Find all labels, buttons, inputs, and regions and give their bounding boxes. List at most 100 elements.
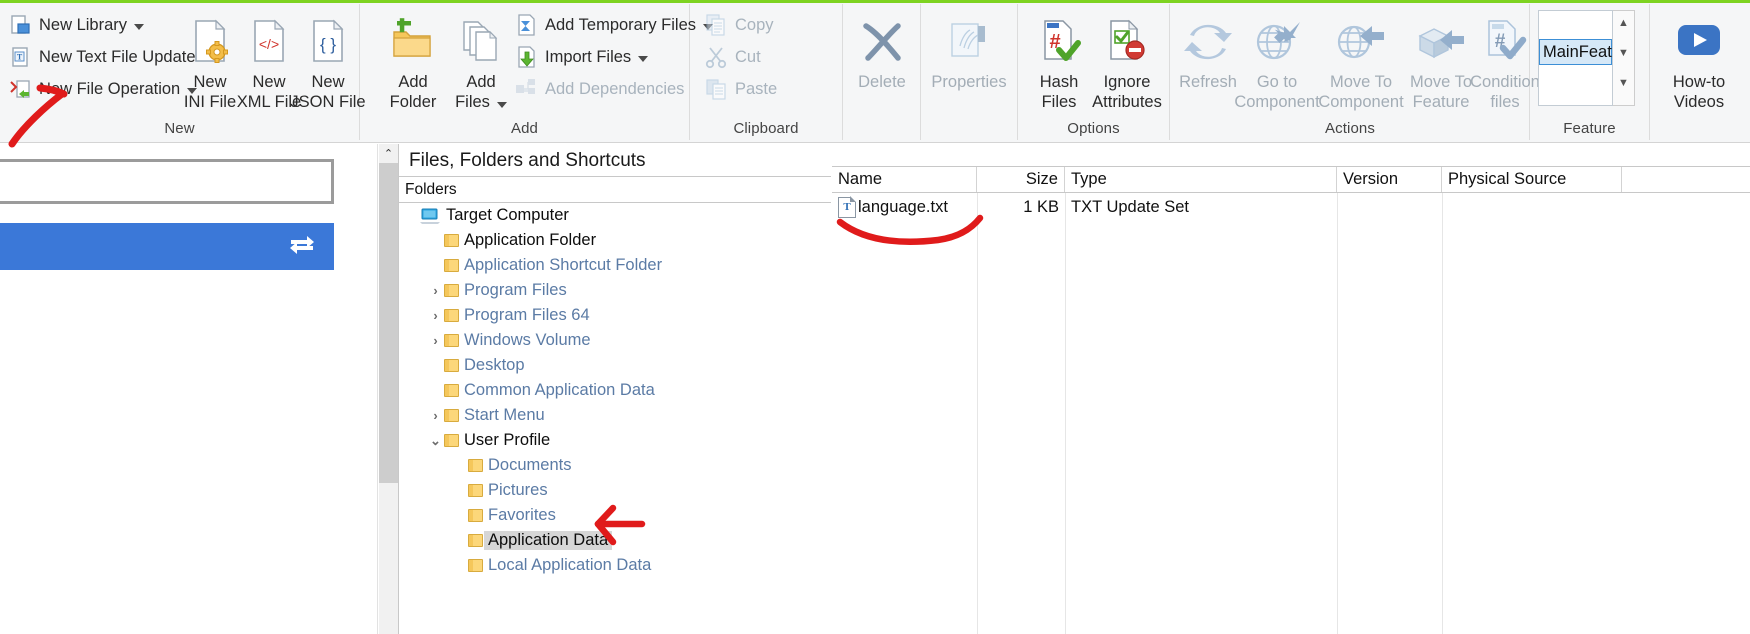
ribbon-group-add: Add Folder Add Files Add Temporary Files… — [360, 4, 714, 140]
paste-button: Paste — [700, 74, 781, 104]
svg-text:{ }: { } — [320, 35, 336, 54]
feature-listbox-scrollbar[interactable]: ▲ ▼ ▼ — [1613, 10, 1635, 106]
chevron-down-icon[interactable] — [496, 101, 507, 108]
folder-icon — [444, 234, 459, 247]
delete-icon — [856, 10, 908, 72]
cell-type: TXT Update Set — [1071, 197, 1190, 216]
left-pane-textbox[interactable] — [0, 159, 334, 204]
folder-tree-inner: Files, Folders and Shortcuts Folders Tar… — [398, 144, 831, 634]
new-file-operation-icon — [10, 78, 32, 100]
new-json-file-button[interactable]: { } New JSON File — [285, 10, 371, 120]
chevron-right-icon[interactable]: › — [427, 283, 444, 298]
condition-files-icon: # — [1479, 10, 1531, 72]
tree-node-label: Program Files — [464, 281, 567, 299]
tree-node[interactable]: Common Application Data — [399, 378, 831, 403]
add-folder-icon — [388, 10, 438, 72]
how-to-videos-label-1: How-to — [1672, 73, 1726, 91]
add-temporary-files-button[interactable]: Add Temporary Files — [510, 10, 717, 40]
tree-node[interactable]: › Program Files — [399, 278, 831, 303]
feature-listbox[interactable]: MainFeature — [1538, 10, 1613, 106]
ignore-attributes-icon — [1101, 10, 1153, 72]
ribbon-group-label-actions: Actions — [1325, 120, 1375, 137]
properties-button: Properties — [926, 10, 1012, 120]
tree-node[interactable]: Local Application Data — [399, 553, 831, 578]
scroll-down-icon[interactable]: ▼ — [1613, 47, 1634, 59]
tree-node[interactable]: Application Shortcut Folder — [399, 253, 831, 278]
cell-size: 1 KB — [1023, 197, 1059, 216]
tree-node-label: Start Menu — [464, 406, 545, 424]
tree-node[interactable]: Target Computer — [399, 203, 831, 228]
ribbon-group-help: How-to Videos — [1650, 4, 1750, 140]
chevron-right-icon[interactable]: › — [427, 408, 444, 423]
swap-arrows-icon[interactable] — [289, 233, 315, 260]
tree-node[interactable]: Application Folder — [399, 228, 831, 253]
chevron-down-icon[interactable] — [134, 23, 145, 30]
folder-tree-scrollbar[interactable]: ⌃ — [379, 144, 398, 634]
tree-node[interactable]: Documents — [399, 453, 831, 478]
scroll-page-down-icon[interactable]: ▼ — [1613, 77, 1634, 89]
column-separator — [977, 193, 978, 634]
folder-icon — [444, 309, 459, 322]
ribbon-group-clipboard: Copy Cut Paste Clipboard — [690, 4, 843, 140]
new-json-file-label-1: New — [311, 73, 345, 91]
folder-icon — [468, 484, 483, 497]
column-header-name[interactable]: Name — [832, 167, 977, 192]
new-library-button[interactable]: New Library — [6, 10, 148, 40]
ribbon-group-feature: MainFeature ▲ ▼ ▼ Feature — [1530, 4, 1650, 140]
ribbon-group-delete: Delete — [843, 4, 921, 140]
folder-icon — [468, 459, 483, 472]
left-pane-selected-row[interactable] — [0, 223, 334, 270]
file-name-label: language.txt — [858, 197, 948, 216]
new-library-icon — [10, 14, 32, 36]
folder-icon — [468, 509, 483, 522]
delete-label: Delete — [858, 73, 906, 91]
how-to-videos-button[interactable]: How-to Videos — [1656, 10, 1742, 120]
how-to-videos-label-2: Videos — [1673, 93, 1725, 111]
column-header-version[interactable]: Version — [1337, 167, 1442, 192]
move-to-component-label-1: Move To — [1329, 73, 1393, 91]
ignore-attributes-button[interactable]: Ignore Attributes — [1084, 10, 1170, 120]
ribbon-group-label-options: Options — [1067, 120, 1120, 137]
tree-node-label: Local Application Data — [488, 556, 652, 574]
tree-node-label: User Profile — [464, 431, 551, 449]
tree-node-label: Application Folder — [464, 231, 597, 249]
pane-title: Files, Folders and Shortcuts — [399, 144, 831, 177]
tree-node[interactable]: › Windows Volume — [399, 328, 831, 353]
column-header-size[interactable]: Size — [977, 167, 1065, 192]
tree-node-label: Windows Volume — [464, 331, 591, 349]
column-separator — [1337, 193, 1338, 634]
scroll-up-icon[interactable]: ▲ — [1613, 17, 1634, 29]
ribbon-group-label-feature: Feature — [1563, 120, 1616, 137]
chevron-down-icon[interactable]: ⌄ — [427, 433, 444, 449]
tree-node[interactable]: › Start Menu — [399, 403, 831, 428]
add-dependencies-button: Add Dependencies — [510, 74, 688, 104]
folder-icon — [444, 409, 459, 422]
tree-node[interactable]: ⌄ User Profile — [399, 428, 831, 453]
chevron-right-icon[interactable]: › — [427, 333, 444, 348]
cut-icon — [704, 45, 728, 69]
import-files-button[interactable]: Import Files — [510, 42, 652, 72]
file-list-row[interactable]: Tlanguage.txt 1 KB TXT Update Set — [832, 193, 1750, 221]
column-header-physical-source[interactable]: Physical Source — [1442, 167, 1622, 192]
add-folder-label-2: Folder — [389, 93, 437, 111]
tree-node[interactable]: Favorites — [399, 503, 831, 528]
ribbon-toolbar: New Library T New Text File Update New F… — [0, 0, 1750, 143]
feature-listbox-empty-top — [1539, 11, 1612, 39]
chevron-right-icon[interactable]: › — [427, 308, 444, 323]
copy-label: Copy — [735, 15, 774, 34]
tree-node[interactable]: › Program Files 64 — [399, 303, 831, 328]
add-files-label-1: Add — [466, 73, 496, 91]
scroll-up-icon[interactable]: ⌃ — [379, 144, 398, 163]
chevron-down-icon[interactable] — [638, 55, 649, 62]
scrollbar-thumb[interactable] — [379, 163, 398, 483]
add-folder-label-1: Add — [398, 73, 428, 91]
column-header-type[interactable]: Type — [1065, 167, 1337, 192]
tree-node[interactable]: Desktop — [399, 353, 831, 378]
feature-listbox-item-mainfeature[interactable]: MainFeature — [1539, 39, 1612, 65]
paste-label: Paste — [735, 79, 778, 98]
copy-button: Copy — [700, 10, 778, 40]
ribbon-group-new: New Library T New Text File Update New F… — [0, 4, 366, 140]
tree-node[interactable]: Application Data — [399, 528, 831, 553]
tree-node[interactable]: Pictures — [399, 478, 831, 503]
new-file-operation-label: New File Operation — [39, 79, 181, 98]
